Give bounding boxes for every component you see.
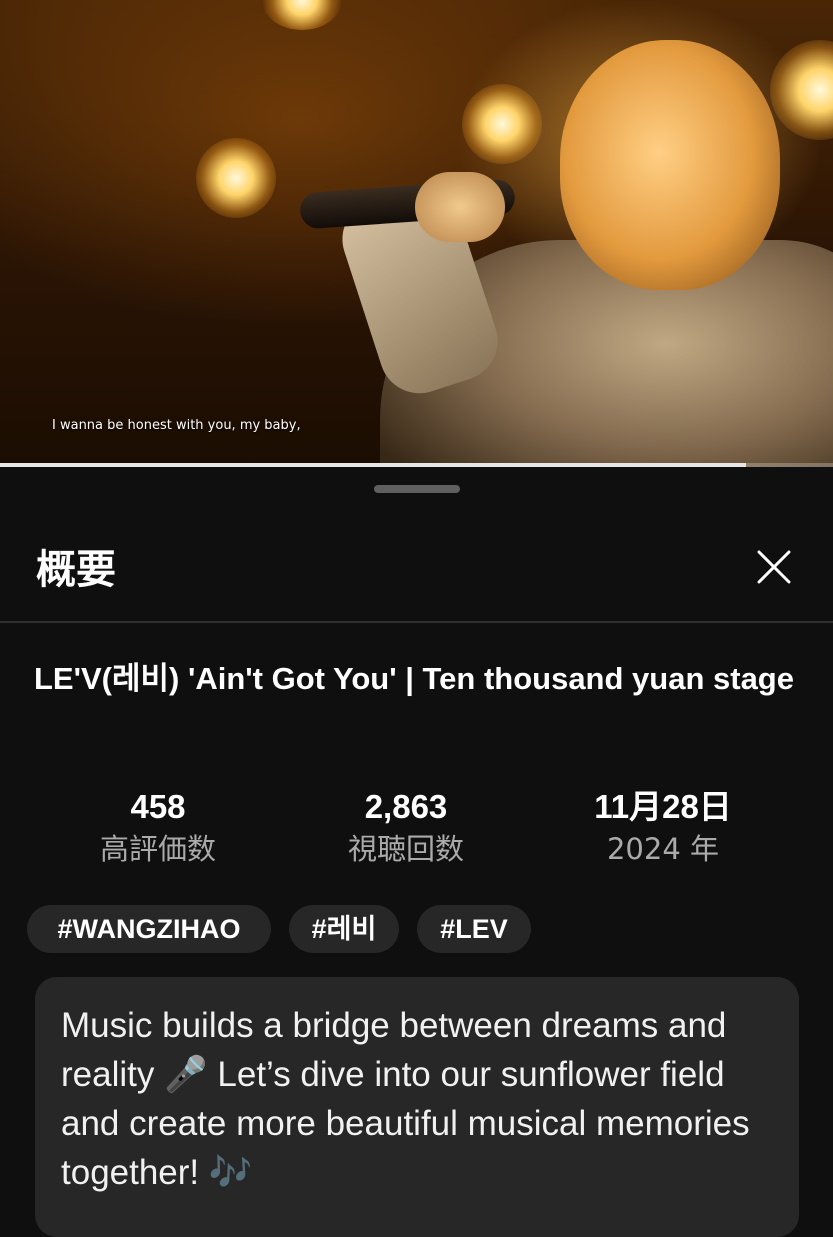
- stage-light: [262, 0, 342, 30]
- hashtag-chip[interactable]: #WANGZIHAO: [27, 905, 271, 953]
- drag-handle[interactable]: [374, 485, 460, 493]
- stage-light: [462, 84, 542, 164]
- views-count: 2,863: [364, 788, 448, 825]
- video-title: LE'V(레비) 'Ain't Got You' | Ten thousand …: [34, 661, 794, 696]
- sheet-title: 概要: [36, 547, 116, 593]
- description-text: Music builds a bridge between dreams and…: [61, 1006, 750, 1192]
- stage-light: [770, 40, 833, 140]
- close-button[interactable]: [744, 537, 804, 597]
- likes-count: 458: [130, 788, 186, 825]
- views-stat: 2,863 視聴回数: [320, 785, 492, 869]
- video-subtitle: I wanna be honest with you, my baby,: [52, 418, 301, 433]
- video-player[interactable]: I wanna be honest with you, my baby,: [0, 0, 833, 467]
- upload-date-stat: 11月28日 2024 年: [572, 785, 754, 869]
- video-frame-singer-head: [560, 40, 780, 290]
- views-label: 視聴回数: [347, 832, 464, 866]
- description-sheet: 概要 LE'V(레비) 'Ain't Got You' | Ten thousa…: [0, 467, 833, 1237]
- description-box[interactable]: Music builds a bridge between dreams and…: [35, 977, 799, 1237]
- likes-label: 高評価数: [99, 832, 216, 866]
- hashtag-chip[interactable]: #레비: [289, 905, 399, 953]
- hashtag-chip[interactable]: #LEV: [417, 905, 531, 953]
- upload-date: 11月28日: [594, 788, 732, 825]
- likes-stat: 458 高評価数: [72, 785, 244, 869]
- divider: [0, 621, 833, 623]
- video-frame-hand: [415, 172, 505, 242]
- close-icon: [757, 550, 791, 584]
- upload-year: 2024 年: [606, 832, 720, 866]
- stage-light: [196, 138, 276, 218]
